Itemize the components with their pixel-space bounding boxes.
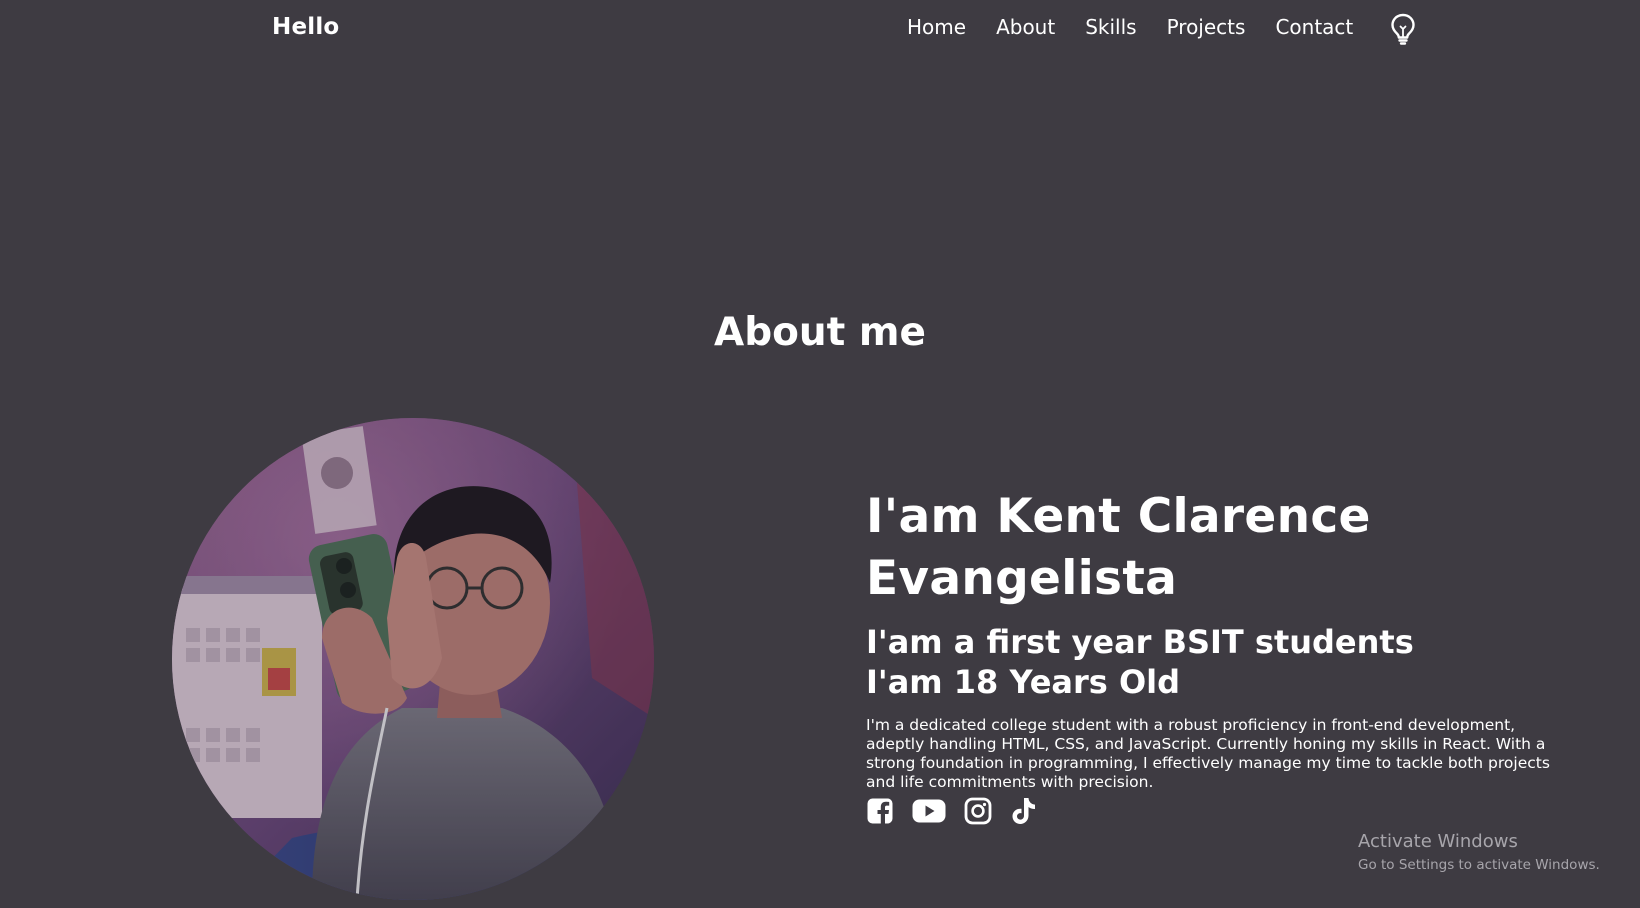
watermark-title: Activate Windows — [1358, 831, 1518, 852]
section-title-about: About me — [0, 308, 1640, 358]
about-intro: I'am Kent Clarence Evangelista I'am a fi… — [866, 486, 1596, 792]
brand-logo[interactable]: Hello — [272, 14, 339, 40]
nav-home[interactable]: Home — [907, 14, 966, 40]
instagram-icon[interactable] — [964, 797, 992, 825]
intro-name: I'am Kent Clarence Evangelista — [866, 489, 1371, 606]
nav-about[interactable]: About — [996, 14, 1055, 40]
facebook-icon[interactable] — [866, 797, 894, 825]
intro-age: I'am 18 Years Old — [866, 663, 1181, 701]
tiktok-icon[interactable] — [1010, 796, 1038, 826]
profile-photo — [172, 418, 654, 900]
portfolio-page: Hello Home About Skills Projects Contact… — [0, 0, 1640, 908]
social-links — [866, 796, 1038, 826]
youtube-icon[interactable] — [912, 798, 946, 824]
lightbulb-icon[interactable] — [1389, 12, 1417, 46]
intro-year: I'am a first year BSIT students — [866, 623, 1414, 661]
main-nav: Home About Skills Projects Contact — [907, 14, 1353, 40]
activate-windows-watermark: Activate Windows Go to Settings to activ… — [1358, 830, 1600, 874]
nav-projects[interactable]: Projects — [1167, 14, 1246, 40]
section-title-text: About me — [714, 310, 926, 355]
watermark-subtitle: Go to Settings to activate Windows. — [1358, 857, 1600, 873]
intro-description: I'm a dedicated college student with a r… — [866, 716, 1550, 791]
intro-year-age: I'am a first year BSIT students I'am 18 … — [866, 622, 1596, 702]
nav-contact[interactable]: Contact — [1275, 14, 1353, 40]
nav-skills[interactable]: Skills — [1085, 14, 1136, 40]
